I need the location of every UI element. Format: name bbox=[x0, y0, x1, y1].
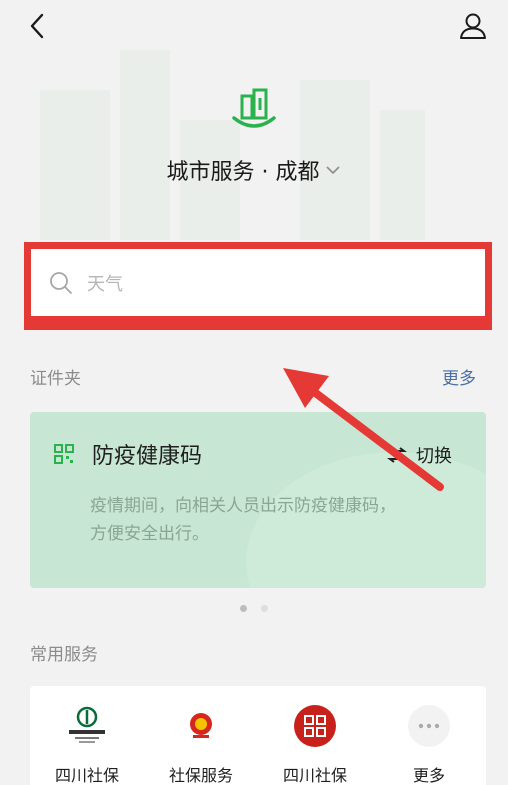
city-services-logo-icon bbox=[232, 88, 276, 128]
switch-label: 切换 bbox=[416, 446, 452, 467]
health-code-description: 疫情期间，向相关人员出示防疫健康码，方便安全出行。 bbox=[90, 496, 396, 544]
top-bar bbox=[0, 0, 508, 52]
chevron-down-icon bbox=[326, 166, 341, 175]
profile-button[interactable] bbox=[456, 8, 490, 44]
carousel-indicator bbox=[0, 605, 508, 612]
city-header: 城市服务 · 成都 bbox=[0, 88, 508, 186]
documents-section-title: 证件夹 bbox=[30, 369, 81, 389]
service-item-more[interactable]: 更多 bbox=[372, 686, 486, 785]
documents-more-link[interactable]: 更多 bbox=[442, 364, 476, 389]
qr-code-icon bbox=[54, 444, 74, 464]
health-code-card[interactable]: 防疫健康码 切换 疫情期间，向相关人员出示防疫健康码，方便安全出行。 bbox=[30, 412, 486, 588]
switch-arrows-icon bbox=[387, 447, 407, 463]
service-label: 社保服务 bbox=[168, 766, 233, 785]
back-button[interactable] bbox=[22, 8, 52, 44]
national-emblem-icon bbox=[179, 704, 223, 748]
search-placeholder: 天气 bbox=[87, 273, 123, 295]
service-label: 更多 bbox=[412, 766, 445, 785]
city-title: 城市服务 · 成都 bbox=[166, 160, 320, 185]
carousel-dot-active bbox=[240, 605, 247, 612]
common-services-grid: 四川社保 社保服务 四川社保 更多 bbox=[30, 686, 486, 785]
health-code-title: 防疫健康码 bbox=[92, 444, 203, 469]
red-seal-icon bbox=[293, 704, 337, 748]
service-label: 四川社保 bbox=[282, 766, 347, 785]
city-selector[interactable]: 城市服务 · 成都 bbox=[0, 154, 508, 186]
search-bar[interactable]: 天气 bbox=[31, 249, 485, 316]
service-item-social-security[interactable]: 社保服务 bbox=[144, 686, 258, 785]
carousel-dot bbox=[261, 605, 268, 612]
services-section-header: 常用服务 bbox=[30, 640, 476, 665]
chevron-left-icon bbox=[30, 13, 44, 39]
more-dots-icon bbox=[407, 704, 451, 748]
switch-button[interactable]: 切换 bbox=[386, 442, 452, 468]
service-label: 四川社保 bbox=[54, 766, 119, 785]
services-section-title: 常用服务 bbox=[30, 645, 98, 665]
service-item-sichuan-social-security[interactable]: 四川社保 bbox=[258, 686, 372, 785]
user-icon bbox=[460, 13, 486, 39]
documents-section-header: 证件夹 更多 bbox=[30, 364, 476, 389]
agricultural-bank-logo-icon bbox=[65, 704, 109, 748]
service-item-sichuan-social-security-bank[interactable]: 四川社保 bbox=[30, 686, 144, 785]
search-icon bbox=[50, 271, 72, 294]
